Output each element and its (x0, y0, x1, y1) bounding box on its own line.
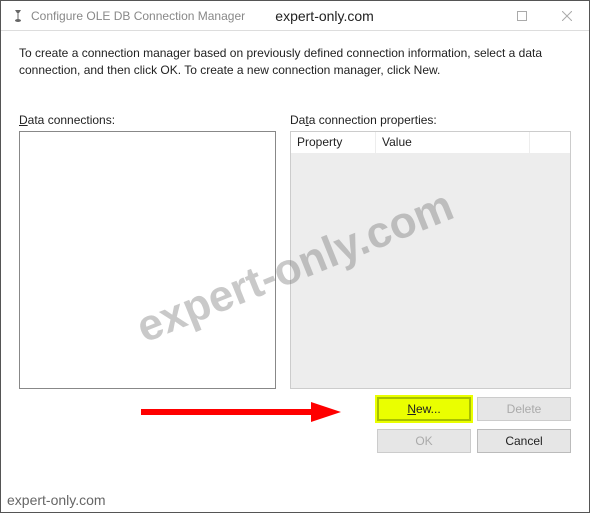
column-spacer (530, 132, 570, 153)
data-properties-label: Data connection properties: (290, 113, 571, 127)
dialog-content: To create a connection manager based on … (1, 31, 589, 463)
properties-header: Property Value (291, 132, 570, 154)
maximize-button[interactable] (499, 1, 544, 31)
footer-brand-text: expert-only.com (7, 492, 106, 508)
window-title: Configure OLE DB Connection Manager (31, 9, 245, 23)
window-controls (499, 1, 589, 31)
titlebar-brand-text: expert-only.com (275, 8, 374, 24)
ok-button: OK (377, 429, 471, 453)
app-icon (11, 9, 25, 23)
close-button[interactable] (544, 1, 589, 31)
data-connections-listbox[interactable] (19, 131, 276, 389)
new-button[interactable]: New... (377, 397, 471, 421)
delete-button: Delete (477, 397, 571, 421)
titlebar: Configure OLE DB Connection Manager expe… (1, 1, 589, 31)
column-property[interactable]: Property (291, 132, 376, 153)
data-connections-label: Data connections: (19, 113, 276, 127)
instructions-text: To create a connection manager based on … (19, 45, 571, 79)
cancel-button[interactable]: Cancel (477, 429, 571, 453)
properties-panel: Property Value (290, 131, 571, 389)
column-value[interactable]: Value (376, 132, 530, 153)
